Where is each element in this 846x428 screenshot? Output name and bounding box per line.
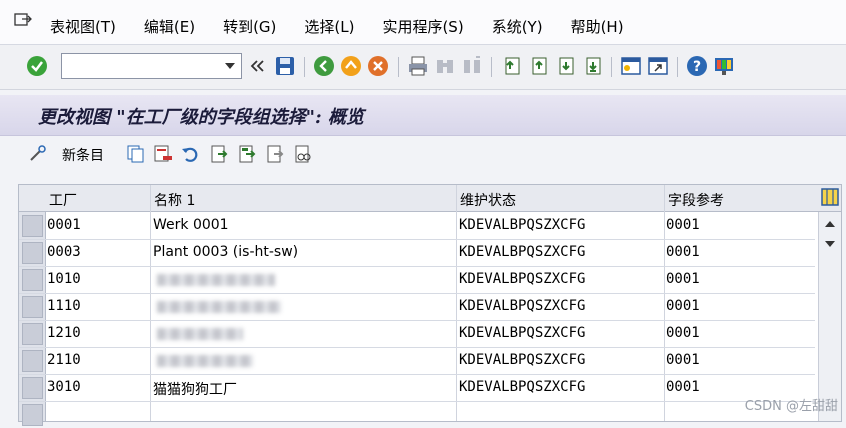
column-header-plant[interactable]: 工厂 <box>49 190 77 210</box>
application-toolbar: 新条目 <box>0 136 846 172</box>
system-menu-icon[interactable] <box>14 12 32 28</box>
deselect-all-icon[interactable] <box>266 144 286 164</box>
column-header-maint-status[interactable]: 维护状态 <box>460 190 516 210</box>
table-row[interactable] <box>19 401 815 428</box>
command-field[interactable] <box>61 53 242 79</box>
first-page-icon[interactable] <box>500 55 522 77</box>
table-row[interactable]: 0001 Werk 0001 KDEVALBPQSZXCFG 0001 <box>19 212 815 240</box>
chevron-down-icon[interactable] <box>225 63 235 69</box>
help-icon[interactable]: ? <box>686 55 708 77</box>
undo-icon[interactable] <box>180 144 200 164</box>
enter-check-icon[interactable] <box>26 55 48 77</box>
column-header-field-ref[interactable]: 字段参考 <box>668 190 724 210</box>
save-icon[interactable] <box>274 55 296 77</box>
menu-goto[interactable]: 转到(G) <box>223 16 276 37</box>
menu-utilities[interactable]: 实用程序(S) <box>382 16 463 37</box>
shortcut-icon[interactable] <box>647 55 669 77</box>
new-session-icon[interactable] <box>620 55 642 77</box>
cancel-icon[interactable] <box>367 55 389 77</box>
row-select-button[interactable] <box>22 242 43 264</box>
row-select-button[interactable] <box>22 350 43 372</box>
vertical-scrollbar[interactable] <box>818 212 841 421</box>
last-page-icon[interactable] <box>581 55 603 77</box>
exit-icon[interactable] <box>340 55 362 77</box>
double-chevron-left-icon[interactable] <box>248 55 266 77</box>
row-select-button[interactable] <box>22 215 43 237</box>
page-title: 更改视图 "在工厂级的字段组选择": 概览 <box>38 107 364 128</box>
watermark-text: CSDN @左甜甜 <box>744 399 838 414</box>
table-row[interactable]: 1110 KDEVALBPQSZXCFG 0001 <box>19 293 815 321</box>
table-row[interactable]: 2110 KDEVALBPQSZXCFG 0001 <box>19 347 815 375</box>
standard-toolbar: ? <box>0 45 846 90</box>
customize-layout-icon[interactable] <box>713 55 735 77</box>
find-icon <box>437 60 453 73</box>
redacted-name <box>157 328 243 340</box>
menu-table-view[interactable]: 表视图(T) <box>50 16 116 37</box>
next-page-icon[interactable] <box>554 55 576 77</box>
menu-bar: 表视图(T) 编辑(E) 转到(G) 选择(L) 实用程序(S) 系统(Y) 帮… <box>0 0 846 45</box>
scroll-up-icon[interactable] <box>825 220 835 228</box>
row-select-button[interactable] <box>22 296 43 318</box>
table-row[interactable]: 1210 KDEVALBPQSZXCFG 0001 <box>19 320 815 348</box>
new-entries-button[interactable]: 新条目 <box>62 145 104 165</box>
menu-edit[interactable]: 编辑(E) <box>144 16 195 37</box>
select-block-icon[interactable] <box>238 144 258 164</box>
print-list-icon[interactable] <box>294 144 314 164</box>
menu-help[interactable]: 帮助(H) <box>571 16 624 37</box>
title-bar: 更改视图 "在工厂级的字段组选择": 概览 <box>0 95 846 136</box>
table-row[interactable]: 1010 KDEVALBPQSZXCFG 0001 <box>19 266 815 294</box>
copy-icon[interactable] <box>126 144 146 164</box>
back-icon[interactable] <box>313 55 335 77</box>
previous-page-icon[interactable] <box>527 55 549 77</box>
redacted-name <box>157 301 281 313</box>
display-change-icon[interactable] <box>28 144 48 164</box>
svg-text:?: ? <box>693 59 701 75</box>
row-select-button[interactable] <box>22 404 43 426</box>
print-icon[interactable] <box>407 55 429 77</box>
find-next-icon <box>464 56 480 73</box>
row-select-button[interactable] <box>22 269 43 291</box>
menu-system[interactable]: 系统(Y) <box>492 16 543 37</box>
table-settings-icon[interactable] <box>821 188 839 206</box>
table-header: 工厂 名称 1 维护状态 字段参考 <box>19 185 841 212</box>
menu-selection[interactable]: 选择(L) <box>304 16 354 37</box>
delete-icon[interactable] <box>153 144 173 164</box>
table-row[interactable]: 0003 Plant 0003 (is-ht-sw) KDEVALBPQSZXC… <box>19 239 815 267</box>
table-row[interactable]: 3010 猫猫狗狗工厂 KDEVALBPQSZXCFG 0001 <box>19 374 815 402</box>
redacted-name <box>157 274 275 286</box>
data-table: 工厂 名称 1 维护状态 字段参考 0001 Werk 0001 KDEVALB… <box>18 184 842 426</box>
row-select-button[interactable] <box>22 377 43 399</box>
column-header-name[interactable]: 名称 1 <box>154 190 195 210</box>
redacted-name <box>157 355 253 367</box>
scroll-down-icon[interactable] <box>825 240 835 248</box>
row-select-button[interactable] <box>22 323 43 345</box>
select-all-icon[interactable] <box>210 144 230 164</box>
